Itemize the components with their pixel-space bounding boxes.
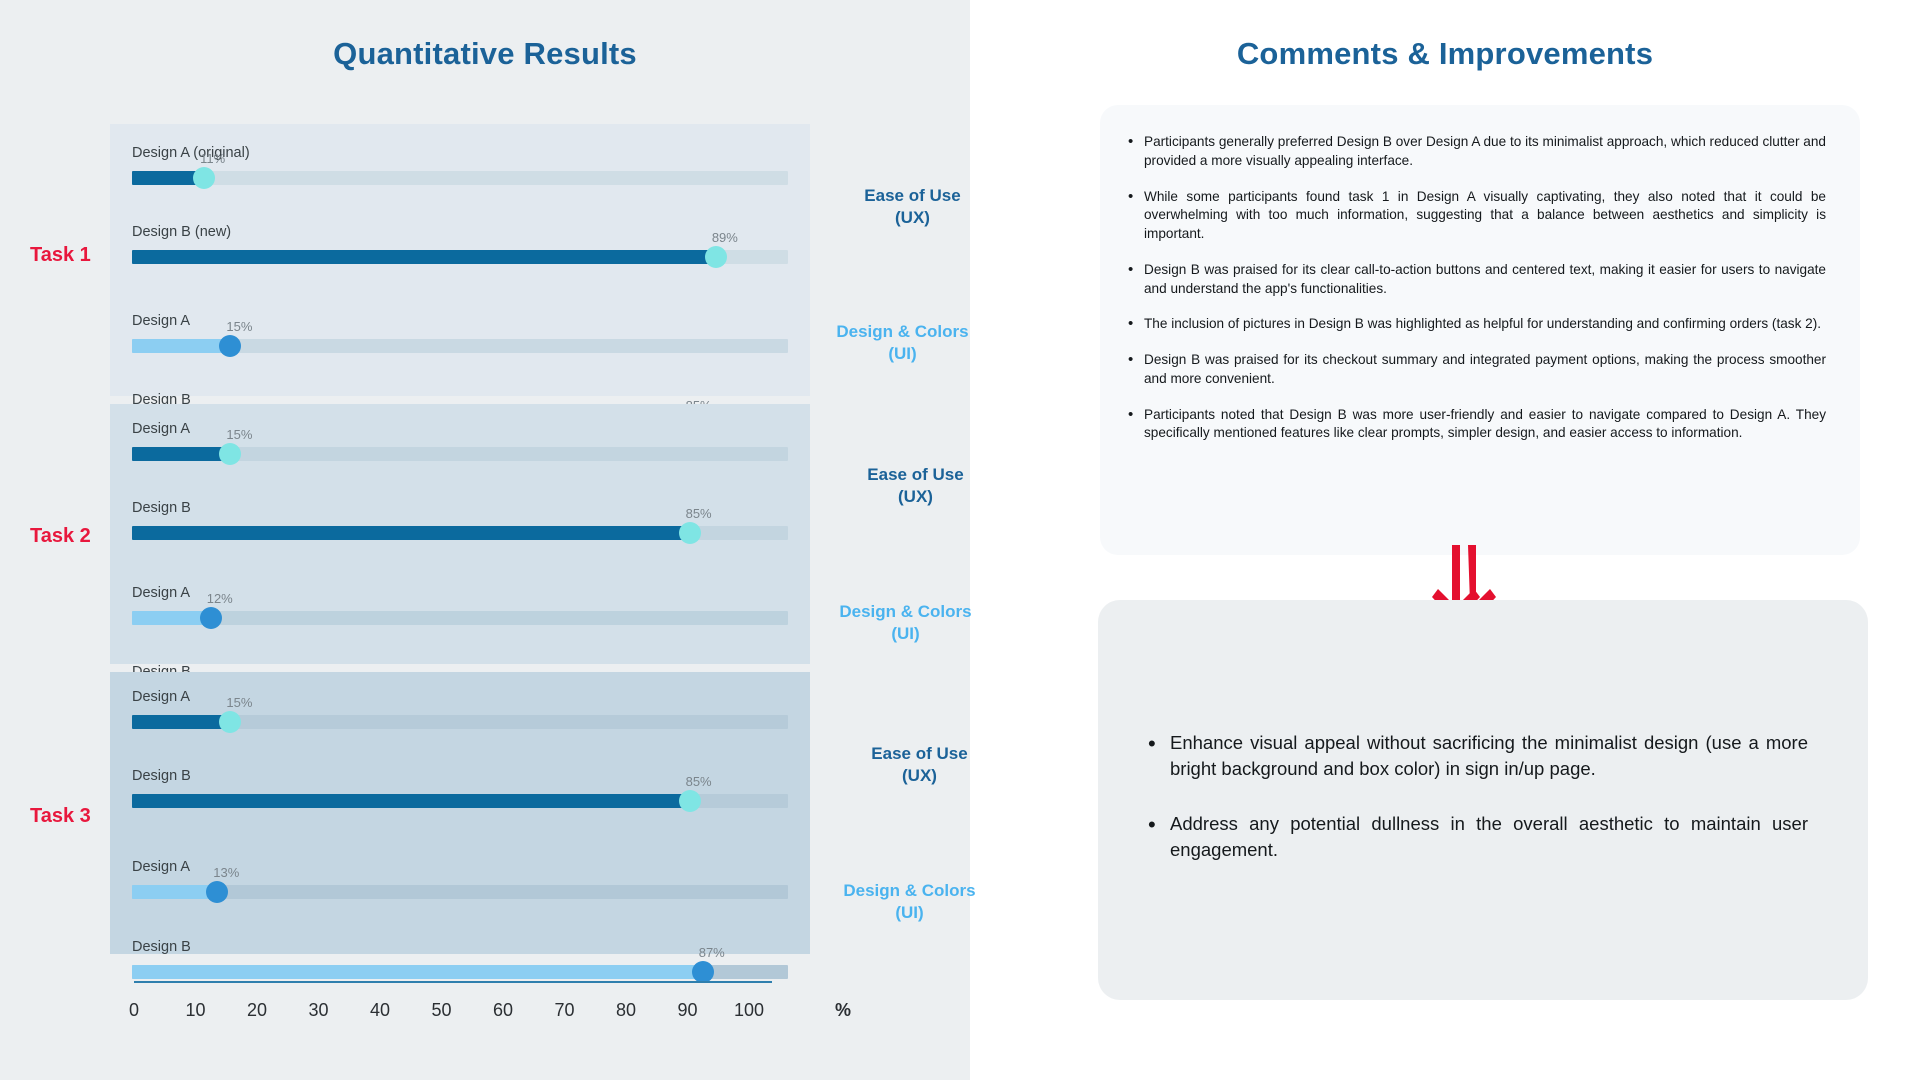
- slider-knob[interactable]: [219, 710, 242, 733]
- slider-value-label: 85%: [685, 773, 712, 789]
- slider-row[interactable]: Design A 12%: [132, 586, 788, 629]
- slider-fill: [132, 714, 231, 729]
- slider-track-wrap[interactable]: 11%: [132, 151, 788, 189]
- axis-unit-label: %: [835, 1000, 852, 1020]
- axis-tick: 40: [369, 1000, 391, 1020]
- slider-row[interactable]: Design A 13%: [132, 860, 788, 903]
- slider-row[interactable]: Design A 15%: [132, 314, 788, 357]
- slider-fill: [132, 446, 231, 461]
- slider-row[interactable]: Design A 15%: [132, 690, 788, 733]
- slider-track-wrap[interactable]: 15%: [132, 427, 788, 465]
- slider-fill: [132, 525, 690, 540]
- slider-value-label: 11%: [200, 150, 226, 166]
- task-label-3: Task 3: [30, 805, 91, 827]
- slider-value-label: 89%: [711, 229, 738, 245]
- slider-track-wrap[interactable]: 85%: [132, 506, 788, 544]
- slider-caption: Design B (new): [132, 224, 232, 240]
- slider-fill: [132, 249, 716, 264]
- slider-value-label: 85%: [685, 505, 712, 521]
- axis-tick: 0: [128, 1000, 140, 1020]
- slide-root: Quantitative Results Design A (original)…: [0, 0, 1920, 1080]
- slider-row[interactable]: Design A (original) 11%: [132, 145, 788, 189]
- comment-item: Participants noted that Design B was mor…: [1128, 405, 1826, 444]
- slider-knob[interactable]: [199, 606, 222, 629]
- slider-value-label: 12%: [206, 590, 233, 606]
- page-title: Quantitative Results: [333, 36, 637, 71]
- slider-fill: [132, 884, 218, 899]
- task-label-1: Task 1: [30, 244, 91, 266]
- slider-knob[interactable]: [704, 245, 727, 268]
- category-label-ux-1: Ease of Use (UX): [864, 186, 961, 228]
- task-band-2: Design A15%Design B85%Design A12%Design …: [110, 404, 810, 708]
- improvements-card: Enhance visual appeal without sacrificin…: [1098, 600, 1868, 1000]
- slider-track[interactable]: [132, 884, 788, 899]
- slider-knob[interactable]: [193, 166, 216, 189]
- slider-track-wrap[interactable]: 13%: [132, 865, 788, 903]
- category-label-ux-3: Ease of Use (UX): [871, 744, 968, 786]
- slider-track-wrap[interactable]: 15%: [132, 319, 788, 357]
- axis-tick: 60: [492, 1000, 514, 1020]
- slider-track-wrap[interactable]: 12%: [132, 591, 788, 629]
- slider-fill: [132, 793, 690, 808]
- comment-item: The inclusion of pictures in Design B wa…: [1128, 314, 1826, 334]
- axis-tick: 90: [677, 1000, 698, 1020]
- task-band-3: Design A 15% Design B 85% Design A 13% Design …: [110, 672, 810, 983]
- comment-item: Design B was praised for its clear call-…: [1128, 260, 1826, 299]
- category-label-ux-2: Ease of Use (UX): [867, 465, 964, 507]
- slider-value-label: 15%: [226, 694, 253, 710]
- category-label-ui-1: Design & Colors (UI): [836, 322, 969, 364]
- slider-knob[interactable]: [691, 960, 714, 983]
- slider-row[interactable]: Design B85%: [132, 501, 788, 544]
- category-label-ui-3: Design & Colors (UI): [843, 881, 976, 923]
- comment-item: Participants generally preferred Design …: [1128, 132, 1826, 171]
- slider-track[interactable]: [132, 610, 788, 625]
- slider-value-label: 15%: [226, 318, 253, 334]
- slider-caption: Design B: [132, 939, 191, 955]
- slider-knob[interactable]: [206, 880, 229, 903]
- slider-knob[interactable]: [678, 789, 701, 812]
- axis-tick: 50: [431, 1000, 452, 1020]
- axis-tick: 30: [308, 1000, 329, 1020]
- slider-track-wrap[interactable]: 15%: [132, 695, 788, 733]
- axis-line: [134, 981, 772, 983]
- slider-row[interactable]: Design B 87%: [132, 939, 788, 983]
- task-label-2: Task 2: [30, 525, 91, 547]
- axis-tick: 80: [615, 1000, 637, 1020]
- slider-knob[interactable]: [219, 334, 242, 357]
- slider-fill: [132, 964, 703, 979]
- improvements-list: Enhance visual appeal without sacrificin…: [1098, 600, 1868, 863]
- slider-row[interactable]: Design A 15%: [132, 422, 788, 465]
- comment-item: Design B was praised for its checkout su…: [1128, 350, 1826, 389]
- slider-knob[interactable]: [219, 442, 242, 465]
- comments-list: Participants generally preferred Design …: [1100, 105, 1860, 443]
- slider-value-label: 15%: [226, 426, 253, 442]
- task-band-1: Design A (original) 11% Design B (new) 89% D…: [110, 124, 810, 436]
- slider-fill: [132, 338, 231, 353]
- slider-track-wrap[interactable]: 85%: [132, 774, 788, 812]
- improvement-item: Enhance visual appeal without sacrificin…: [1148, 728, 1808, 783]
- slider-caption: Design A (original): [132, 145, 250, 161]
- slider-track[interactable]: [132, 170, 788, 185]
- axis-tick-labels: 0 10 20 30 40 50 60 70 80 90 100: [110, 1000, 810, 1028]
- axis-tick: 20: [246, 1000, 268, 1020]
- axis-tick: 70: [554, 1000, 575, 1020]
- improvement-item: Address any potential dullness in the ov…: [1148, 809, 1808, 864]
- slider-track-wrap[interactable]: 89%: [132, 230, 788, 268]
- slider-row[interactable]: Design B (new) 89%: [132, 224, 788, 268]
- axis-tick: 100: [733, 1000, 765, 1020]
- axis-tick: 10: [185, 1000, 206, 1020]
- category-label-ui-2: Design & Colors (UI): [839, 602, 972, 644]
- comment-item: While some participants found task 1 in …: [1128, 186, 1826, 244]
- comments-title: Comments & Improvements: [1236, 36, 1654, 71]
- slider-row[interactable]: Design B85%: [132, 769, 788, 812]
- slider-track-wrap[interactable]: 87%: [132, 945, 788, 983]
- slider-value-label: 87%: [698, 944, 725, 960]
- slider-value-label: 13%: [213, 864, 240, 880]
- slider-knob[interactable]: [678, 521, 701, 544]
- comments-card: Participants generally preferred Design …: [1100, 105, 1860, 555]
